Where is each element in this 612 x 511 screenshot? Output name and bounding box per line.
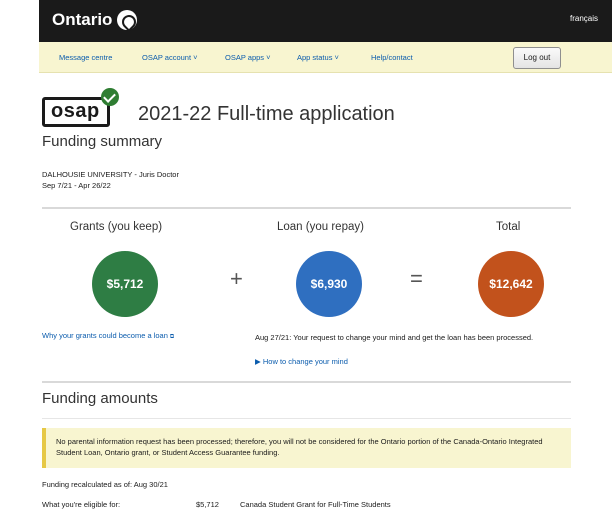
grants-amount-circle: $5,712 <box>92 251 158 317</box>
brand-label: Ontario <box>52 10 113 29</box>
ontario-logo[interactable]: Ontario <box>52 10 138 30</box>
how-to-change-mind-link[interactable]: ▶ How to change your mind <box>255 357 348 366</box>
nav-bar: Message centre OSAP account ˅ OSAP apps … <box>39 42 612 73</box>
grants-loan-link[interactable]: Why your grants could become a loan ⧉ <box>42 331 174 341</box>
recalculated-date: Funding recalculated as of: Aug 30/21 <box>42 480 168 489</box>
eligible-amount: $5,712 <box>196 500 219 509</box>
total-label: Total <box>496 221 521 233</box>
page-title: 2021-22 Full-time application <box>138 103 395 125</box>
external-link-icon: ⧉ <box>169 334 175 340</box>
divider <box>42 207 571 209</box>
loan-amount-circle: $6,930 <box>296 251 362 317</box>
grants-loan-link-label: Why your grants could become a loan <box>42 331 168 340</box>
top-bar: Ontario français <box>39 0 612 42</box>
nav-item-osap-account[interactable]: OSAP account ˅ <box>142 53 198 62</box>
nav-item-osap-apps[interactable]: OSAP apps ˅ <box>225 53 271 62</box>
grants-label: Grants (you keep) <box>70 221 163 233</box>
eligible-label: What you're eligible for: <box>42 500 121 509</box>
language-link[interactable]: français <box>570 14 598 23</box>
nav-item-app-status[interactable]: App status ˅ <box>297 53 339 62</box>
study-period: Sep 7/21 - Apr 26/22 <box>42 181 111 190</box>
loan-label: Loan (you repay) <box>277 221 364 233</box>
change-mind-note: Aug 27/21: Your request to change your m… <box>255 333 534 342</box>
osap-logo: osap <box>42 97 110 127</box>
nav-item-help-contact[interactable]: Help/contact <box>371 53 413 62</box>
eligible-description: Canada Student Grant for Full-Time Stude… <box>240 500 391 509</box>
plus-sign: + <box>230 266 243 291</box>
parental-info-alert: No parental information request has been… <box>42 428 571 468</box>
school-program: DALHOUSIE UNIVERSITY - Juris Doctor <box>42 170 179 179</box>
checkmark-icon <box>101 88 119 106</box>
divider <box>42 418 571 419</box>
section-title-funding-summary: Funding summary <box>42 133 163 150</box>
divider <box>42 381 571 383</box>
equals-sign: = <box>410 266 423 291</box>
total-amount-circle: $12,642 <box>478 251 544 317</box>
logout-button[interactable]: Log out <box>513 47 561 69</box>
nav-item-message-centre[interactable]: Message centre <box>59 53 112 62</box>
trillium-icon <box>117 10 138 30</box>
osap-logo-text: osap <box>51 100 100 122</box>
section-title-funding-amounts: Funding amounts <box>42 390 158 407</box>
